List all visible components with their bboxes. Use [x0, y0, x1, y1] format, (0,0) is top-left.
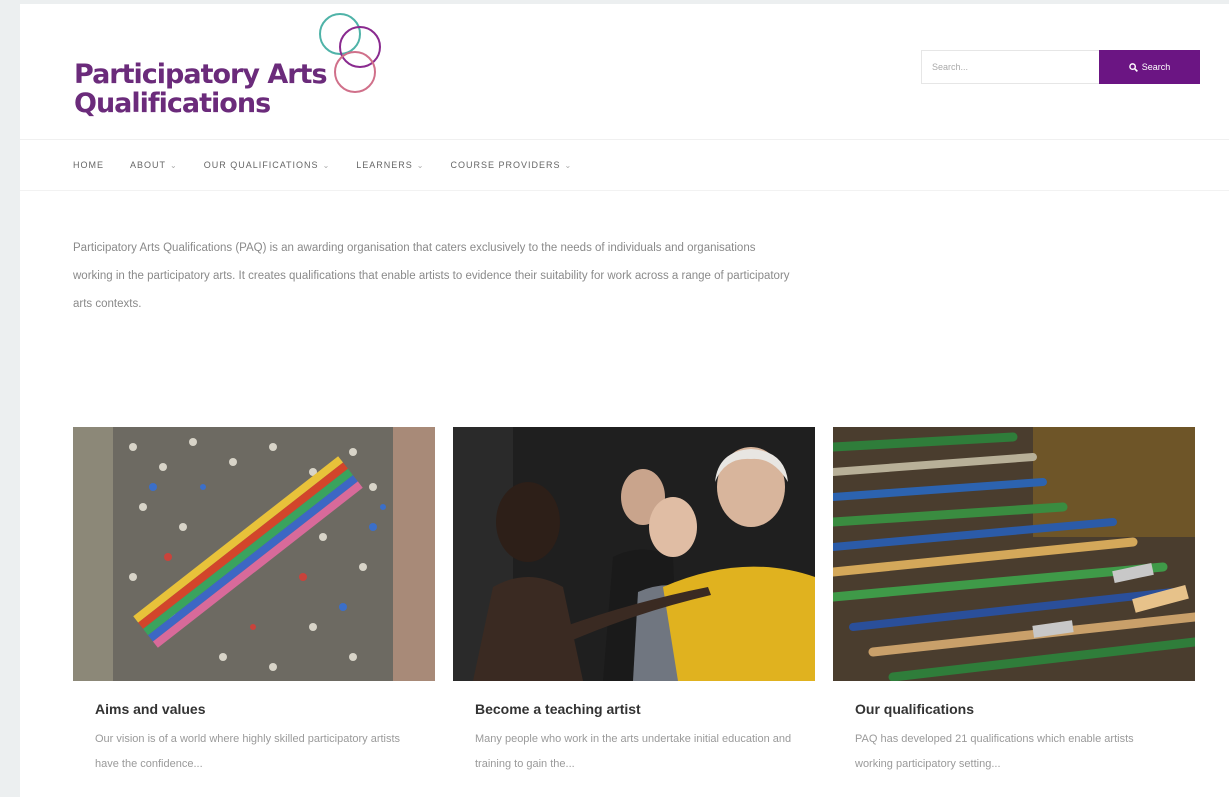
page: Participatory Arts Qualifications Search… [20, 4, 1229, 797]
main-nav: HOME ABOUT ⌄ OUR QUALIFICATIONS ⌄ LEARNERS… [20, 139, 1229, 191]
card-title[interactable]: Our qualifications [855, 701, 1195, 717]
card-our-qualifications[interactable]: Our qualifications PAQ has developed 21 … [833, 427, 1195, 777]
nav-learners[interactable]: LEARNERS ⌄ [356, 160, 424, 170]
logo-wordmark: Participatory Arts Qualifications [74, 59, 328, 119]
dancers-photo [453, 427, 815, 681]
card-title[interactable]: Become a teaching artist [475, 701, 815, 717]
search-input[interactable] [921, 50, 1099, 84]
card-excerpt: Many people who work in the arts underta… [475, 733, 792, 770]
card-image-dancers[interactable] [453, 427, 815, 681]
logo-rings-icon [319, 13, 381, 93]
card-image-crowd[interactable] [73, 427, 435, 681]
card-aims-and-values[interactable]: Aims and values Our vision is of a world… [73, 427, 435, 777]
card-excerpt: Our vision is of a world where highly sk… [95, 733, 401, 770]
paintbrushes-photo [833, 427, 1195, 681]
card-title[interactable]: Aims and values [95, 701, 435, 717]
chevron-down-icon: ⌄ [564, 160, 573, 170]
search-icon [1128, 62, 1138, 72]
card-excerpt: PAQ has developed 21 qualifications whic… [855, 733, 1134, 770]
nav-about[interactable]: ABOUT ⌄ [130, 160, 178, 170]
chevron-down-icon: ⌄ [322, 160, 331, 170]
search-form: Search [921, 50, 1200, 84]
nav-home[interactable]: HOME [73, 160, 104, 170]
nav-our-qualifications[interactable]: OUR QUALIFICATIONS ⌄ [204, 160, 331, 170]
intro-text: Participatory Arts Qualifications (PAQ) … [73, 242, 790, 310]
chevron-down-icon: ⌄ [170, 160, 178, 170]
site-header: Participatory Arts Qualifications Search [20, 4, 1229, 139]
nav-course-providers[interactable]: COURSE PROVIDERS ⌄ [450, 160, 572, 170]
site-logo[interactable]: Participatory Arts Qualifications [74, 12, 404, 132]
card-become-a-teaching-artist[interactable]: Become a teaching artist Many people who… [453, 427, 815, 777]
feature-cards: Aims and values Our vision is of a world… [73, 427, 1195, 777]
crowd-photo [73, 427, 435, 681]
chevron-down-icon: ⌄ [416, 160, 425, 170]
search-button-label: Search [1141, 62, 1171, 72]
card-image-paintbrushes[interactable] [833, 427, 1195, 681]
search-button[interactable]: Search [1099, 50, 1200, 84]
